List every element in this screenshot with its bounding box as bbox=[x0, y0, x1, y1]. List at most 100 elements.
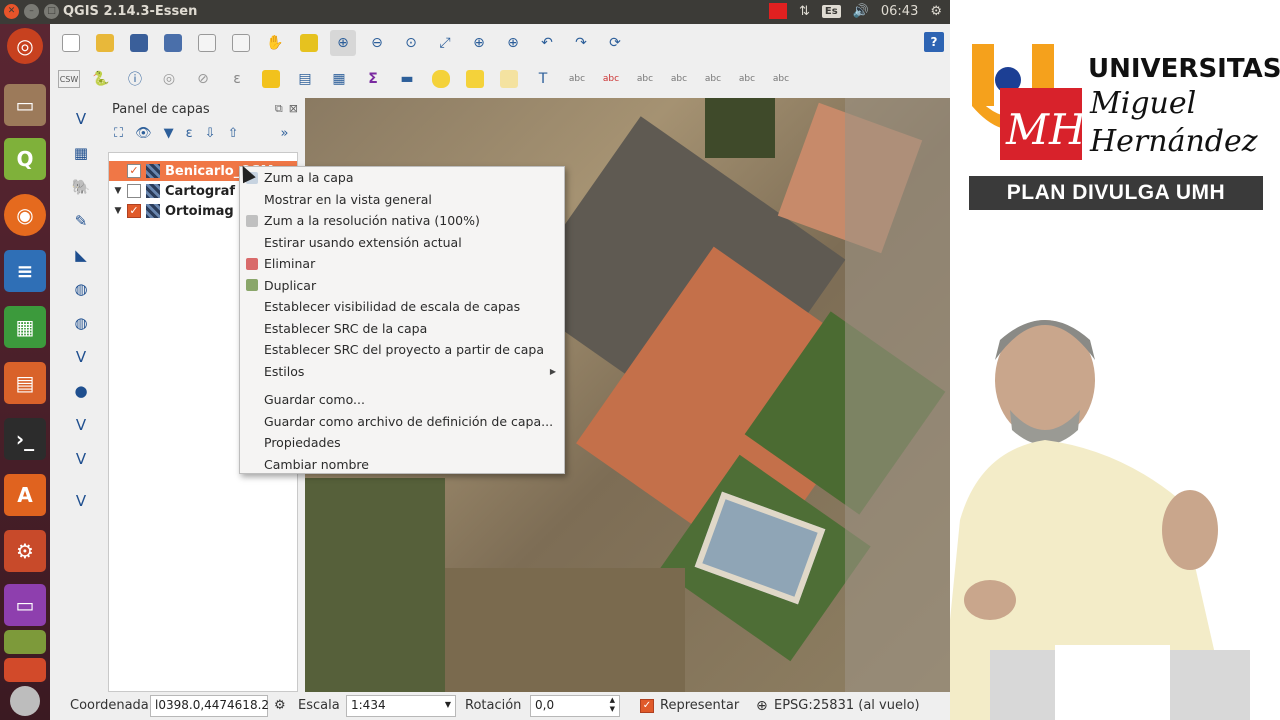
coordinate-toggle-icon[interactable]: ⚙ bbox=[274, 698, 286, 713]
menu-item-layer-crs[interactable]: Establecer SRC de la capa bbox=[264, 321, 427, 336]
composer-manager-icon[interactable] bbox=[228, 30, 254, 56]
coordinate-field[interactable]: l0398.0,4474618.2 bbox=[150, 695, 269, 717]
attribute-table-icon[interactable]: ▤ bbox=[292, 66, 318, 92]
terminal-icon[interactable]: ›_ bbox=[4, 418, 46, 460]
zoom-native-icon[interactable]: ⊙ bbox=[398, 30, 424, 56]
crs-icon[interactable]: ⊕ bbox=[756, 698, 768, 714]
menu-item-save-definition[interactable]: Guardar como archivo de definición de ca… bbox=[264, 414, 553, 429]
add-raster-layer-icon[interactable]: ▦ bbox=[66, 140, 96, 166]
crs-label[interactable]: EPSG:25831 (al vuelo) bbox=[774, 698, 920, 713]
save-project-icon[interactable] bbox=[126, 30, 152, 56]
zoom-out-icon[interactable]: ⊖ bbox=[364, 30, 390, 56]
add-mssql-layer-icon[interactable]: ◣ bbox=[66, 242, 96, 268]
expand-arrow-icon[interactable]: ▼ bbox=[109, 186, 127, 196]
drive2-icon[interactable] bbox=[4, 658, 46, 682]
styling-icon[interactable]: ⛶ bbox=[114, 126, 123, 141]
field-calculator-icon[interactable]: ▦ bbox=[326, 66, 352, 92]
measure-icon[interactable]: ▬ bbox=[394, 66, 420, 92]
zoom-in-icon[interactable]: ⊕ bbox=[330, 30, 356, 56]
ubuntu-dash-icon[interactable]: ◎ bbox=[7, 28, 43, 64]
add-vector-layer-icon[interactable]: V bbox=[66, 106, 96, 132]
add-postgis-layer-icon[interactable]: 🐘 bbox=[66, 174, 96, 200]
open-project-icon[interactable] bbox=[92, 30, 118, 56]
menu-item-remove[interactable]: Eliminar bbox=[264, 256, 315, 271]
add-wms-layer-icon[interactable]: ◍ bbox=[66, 276, 96, 302]
rotation-spinbox[interactable]: 0,0 ▲ ▼ bbox=[530, 695, 620, 717]
software-center-icon[interactable]: A bbox=[4, 474, 46, 516]
calc-icon[interactable]: ▦ bbox=[4, 306, 46, 348]
menu-item-duplicate[interactable]: Duplicar bbox=[264, 278, 316, 293]
layer-checkbox[interactable]: ✓ bbox=[127, 204, 141, 218]
expand-arrow-icon[interactable]: ▼ bbox=[109, 206, 127, 216]
layer-checkbox[interactable]: ✓ bbox=[127, 164, 141, 178]
add-wcs-layer-icon[interactable]: ◍ bbox=[66, 310, 96, 336]
csw-icon[interactable]: CSW bbox=[58, 70, 80, 88]
scale-combo[interactable]: 1:434 ▼ bbox=[346, 695, 456, 717]
volume-icon[interactable]: 🔊 bbox=[853, 4, 869, 19]
clock[interactable]: 06:43 bbox=[881, 4, 918, 19]
label-rotate-icon[interactable]: abc bbox=[700, 66, 726, 92]
pan-to-selection-icon[interactable] bbox=[296, 30, 322, 56]
filter-expression-icon[interactable]: ε bbox=[186, 126, 193, 141]
record-indicator-icon[interactable] bbox=[768, 3, 787, 19]
save-as-icon[interactable] bbox=[160, 30, 186, 56]
new-project-icon[interactable] bbox=[58, 30, 84, 56]
text-annotation-icon[interactable]: T bbox=[530, 66, 556, 92]
dvd-icon[interactable] bbox=[10, 686, 40, 716]
float-panel-icon[interactable]: ⧉ bbox=[275, 102, 283, 116]
collapse-all-icon[interactable]: ⇧ bbox=[228, 126, 239, 141]
pan-icon[interactable]: ✋ bbox=[262, 30, 288, 56]
workspace-switcher-icon[interactable]: ▭ bbox=[4, 584, 46, 626]
menu-item-scale-visibility[interactable]: Establecer visibilidad de escala de capa… bbox=[264, 299, 520, 314]
maximize-window-button[interactable]: □ bbox=[44, 4, 59, 19]
zoom-to-layer-icon[interactable]: ⊕ bbox=[500, 30, 526, 56]
deselect-all-icon[interactable] bbox=[258, 66, 284, 92]
menu-item-zoom-to-layer[interactable]: Zum a la capa bbox=[264, 170, 354, 185]
show-bookmarks-icon[interactable] bbox=[496, 66, 522, 92]
layer-checkbox[interactable] bbox=[127, 184, 141, 198]
label-change-icon[interactable]: abc bbox=[734, 66, 760, 92]
menu-item-show-in-overview[interactable]: Mostrar en la vista general bbox=[264, 192, 432, 207]
add-spatialite-layer-icon[interactable]: ✎ bbox=[66, 208, 96, 234]
firefox-icon[interactable]: ◉ bbox=[4, 194, 46, 236]
more-icon[interactable]: » bbox=[280, 126, 288, 141]
impress-icon[interactable]: ▤ bbox=[4, 362, 46, 404]
menu-item-save-as[interactable]: Guardar como... bbox=[264, 392, 365, 407]
add-wfs-layer-icon[interactable]: V bbox=[66, 344, 96, 370]
help-icon[interactable]: ? bbox=[924, 32, 944, 52]
label-move-icon[interactable]: abc bbox=[666, 66, 692, 92]
label-pin-icon[interactable]: abc bbox=[598, 66, 624, 92]
render-checkbox[interactable]: ✓ bbox=[640, 699, 654, 713]
menu-item-properties[interactable]: Propiedades bbox=[264, 435, 341, 450]
files-icon[interactable]: ▭ bbox=[4, 84, 46, 126]
statistics-icon[interactable]: Σ bbox=[360, 66, 386, 92]
label-icon[interactable]: abc bbox=[564, 66, 590, 92]
label-show-hide-icon[interactable]: abc bbox=[768, 66, 794, 92]
select-features-icon[interactable]: ◎ bbox=[156, 66, 182, 92]
menu-item-stretch-extent[interactable]: Estirar usando extensión actual bbox=[264, 235, 462, 250]
menu-item-styles[interactable]: Estilos bbox=[264, 364, 304, 379]
menu-item-project-crs[interactable]: Establecer SRC del proyecto a partir de … bbox=[264, 342, 544, 357]
add-delimited-text-layer-icon[interactable]: ● bbox=[66, 378, 96, 404]
settings-gear-icon[interactable]: ⚙ bbox=[930, 4, 942, 19]
zoom-last-icon[interactable]: ↶ bbox=[534, 30, 560, 56]
new-spatialite-layer-icon[interactable]: V bbox=[66, 488, 96, 514]
identify-icon[interactable]: ⓘ bbox=[122, 66, 148, 92]
drive-icon[interactable] bbox=[4, 630, 46, 654]
zoom-full-icon[interactable]: ⤢ bbox=[432, 30, 458, 56]
new-bookmark-icon[interactable] bbox=[462, 66, 488, 92]
visibility-icon[interactable]: 👁 bbox=[135, 126, 152, 141]
close-window-button[interactable]: ✕ bbox=[4, 4, 19, 19]
zoom-to-selection-icon[interactable]: ⊕ bbox=[466, 30, 492, 56]
writer-icon[interactable]: ≡ bbox=[4, 250, 46, 292]
add-virtual-layer-icon[interactable]: V bbox=[66, 412, 96, 438]
new-print-composer-icon[interactable] bbox=[194, 30, 220, 56]
filter-icon[interactable]: ▼ bbox=[164, 126, 174, 141]
minimize-window-button[interactable]: – bbox=[24, 4, 39, 19]
deselect-icon[interactable]: ⊘ bbox=[190, 66, 216, 92]
system-settings-icon[interactable]: ⚙ bbox=[4, 530, 46, 572]
menu-item-zoom-native[interactable]: Zum a la resolución nativa (100%) bbox=[264, 213, 480, 228]
label-highlight-icon[interactable]: abc bbox=[632, 66, 658, 92]
refresh-icon[interactable]: ⟳ bbox=[602, 30, 628, 56]
map-tips-icon[interactable] bbox=[428, 66, 454, 92]
